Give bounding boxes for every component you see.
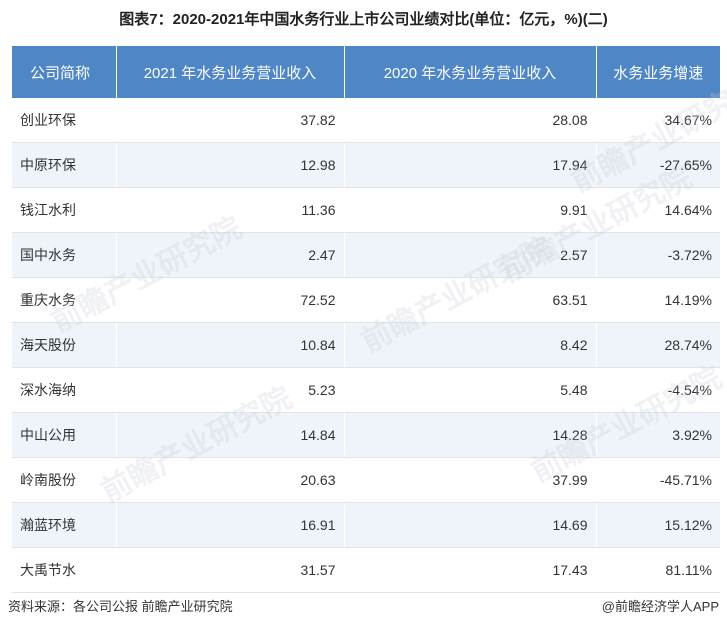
company-cell: 大禹节水 xyxy=(12,547,117,593)
table-row: 创业环保 37.82 28.08 34.67% xyxy=(12,98,720,143)
table-row: 海天股份 10.84 8.42 28.74% xyxy=(12,322,720,368)
value-cell: 14.28 xyxy=(344,412,597,458)
value-cell: 14.19% xyxy=(596,277,720,323)
value-cell: 28.74% xyxy=(596,322,720,368)
value-cell: 17.43 xyxy=(344,547,597,593)
company-cell: 岭南股份 xyxy=(12,457,117,503)
chart-title: 图表7：2020-2021年中国水务行业上市公司业绩对比(单位：亿元，%)(二) xyxy=(119,11,608,28)
value-cell: 63.51 xyxy=(344,277,597,323)
value-cell: -3.72% xyxy=(596,232,720,278)
table-row: 深水海纳 5.23 5.48 -4.54% xyxy=(12,367,720,413)
source-note: 资料来源：各公司公报 前瞻产业研究院 xyxy=(8,599,233,614)
table-row: 中原环保 12.98 17.94 -27.65% xyxy=(12,142,720,188)
brand-credit: @前瞻经济学人APP xyxy=(601,599,719,614)
company-cell: 创业环保 xyxy=(12,98,117,143)
value-cell: 16.91 xyxy=(116,502,345,548)
column-header: 水务业务增速 xyxy=(596,46,720,98)
value-cell: -45.71% xyxy=(596,457,720,503)
company-cell: 中原环保 xyxy=(12,142,117,188)
value-cell: 37.82 xyxy=(116,98,345,143)
value-cell: 14.84 xyxy=(116,412,345,458)
company-cell: 重庆水务 xyxy=(12,277,117,323)
value-cell: 3.92% xyxy=(596,412,720,458)
table-row: 瀚蓝环境 16.91 14.69 15.12% xyxy=(12,502,720,548)
value-cell: 5.23 xyxy=(116,367,345,413)
table-row: 重庆水务 72.52 63.51 14.19% xyxy=(12,277,720,323)
value-cell: 2.57 xyxy=(344,232,597,278)
value-cell: 14.69 xyxy=(344,502,597,548)
company-cell: 中山公用 xyxy=(12,412,117,458)
value-cell: 2.47 xyxy=(116,232,345,278)
value-cell: 37.99 xyxy=(344,457,597,503)
company-cell: 钱江水利 xyxy=(12,187,117,233)
value-cell: 31.57 xyxy=(116,547,345,593)
company-cell: 深水海纳 xyxy=(12,367,117,413)
column-header: 2021 年水务业务营业收入 xyxy=(116,46,345,98)
table-header-row: 公司简称 2021 年水务业务营业收入 2020 年水务业务营业收入 水务业务增… xyxy=(12,46,720,98)
table-row: 岭南股份 20.63 37.99 -45.71% xyxy=(12,457,720,503)
table-row: 中山公用 14.84 14.28 3.92% xyxy=(12,412,720,458)
value-cell: 9.91 xyxy=(344,187,597,233)
value-cell: 8.42 xyxy=(344,322,597,368)
value-cell: 72.52 xyxy=(116,277,345,323)
table-row: 钱江水利 11.36 9.91 14.64% xyxy=(12,187,720,233)
company-cell: 国中水务 xyxy=(12,232,117,278)
value-cell: 81.11% xyxy=(596,547,720,593)
value-cell: 14.64% xyxy=(596,187,720,233)
value-cell: 5.48 xyxy=(344,367,597,413)
column-header: 公司简称 xyxy=(12,46,117,98)
column-header: 2020 年水务业务营业收入 xyxy=(344,46,597,98)
value-cell: -27.65% xyxy=(596,142,720,188)
data-table: 公司简称 2021 年水务业务营业收入 2020 年水务业务营业收入 水务业务增… xyxy=(12,46,720,593)
value-cell: 17.94 xyxy=(344,142,597,188)
value-cell: 11.36 xyxy=(116,187,345,233)
company-cell: 瀚蓝环境 xyxy=(12,502,117,548)
value-cell: -4.54% xyxy=(596,367,720,413)
value-cell: 15.12% xyxy=(596,502,720,548)
value-cell: 20.63 xyxy=(116,457,345,503)
value-cell: 12.98 xyxy=(116,142,345,188)
value-cell: 10.84 xyxy=(116,322,345,368)
value-cell: 28.08 xyxy=(344,98,597,143)
value-cell: 34.67% xyxy=(596,98,720,143)
table-row: 大禹节水 31.57 17.43 81.11% xyxy=(12,547,720,593)
table-row: 国中水务 2.47 2.57 -3.72% xyxy=(12,232,720,278)
company-cell: 海天股份 xyxy=(12,322,117,368)
